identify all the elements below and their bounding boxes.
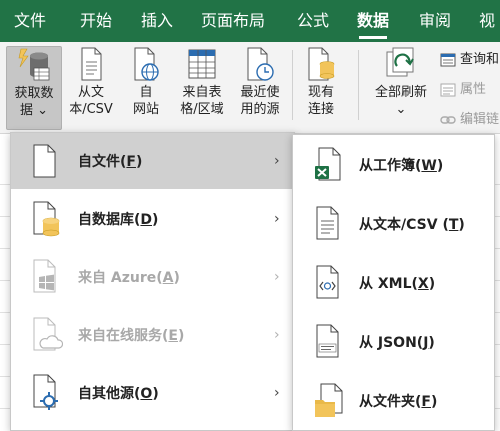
- tab-insert[interactable]: 插入: [141, 0, 173, 42]
- edit-links-label: 编辑链: [460, 112, 500, 127]
- tab-data[interactable]: 数据: [357, 0, 389, 42]
- get-data-label-2: 据 ⌄: [19, 103, 49, 118]
- folder-icon: [315, 383, 343, 417]
- tab-view[interactable]: 视: [479, 0, 495, 42]
- tab-home[interactable]: 开始: [80, 0, 112, 42]
- from-table-label-1: 来自表: [182, 85, 222, 100]
- menu-item-from-online-services[interactable]: 来自在线服务(E) ›: [11, 306, 294, 364]
- submenu-item-label: 从工作簿(W): [359, 157, 444, 174]
- get-data-dropdown-menu: 自文件(F) › 自数据库(D) › 来自 Azure(A) › 来自在线服务(…: [10, 132, 295, 431]
- chevron-down-icon: ⌄: [395, 102, 407, 117]
- file-icon: [33, 144, 56, 178]
- tab-file[interactable]: 文件: [14, 0, 46, 42]
- from-web-label-1: 自: [139, 85, 153, 100]
- chevron-down-icon: ⌄: [37, 103, 49, 118]
- refresh-icon: [386, 47, 414, 77]
- tab-formulas[interactable]: 公式: [297, 0, 329, 42]
- refresh-all-button[interactable]: 全部刷新 ⌄: [368, 46, 434, 130]
- ribbon-tab-bar: 文件 开始 插入 页面布局 公式 数据 审阅 视: [0, 0, 500, 42]
- chevron-right-icon: ›: [274, 385, 280, 401]
- menu-item-from-database[interactable]: 自数据库(D) ›: [11, 190, 294, 248]
- database-get-icon: [18, 48, 50, 81]
- properties-button[interactable]: 属性: [440, 80, 486, 100]
- table-grid-icon: [188, 49, 216, 79]
- excel-workbook-icon: [315, 147, 341, 180]
- get-data-button[interactable]: 获取数 据 ⌄: [6, 46, 62, 130]
- refresh-all-label: 全部刷新: [374, 85, 427, 100]
- recent-sources-label-2: 用的源: [240, 102, 280, 117]
- menu-item-label: 来自在线服务(E): [78, 328, 185, 344]
- json-icon: [316, 324, 339, 357]
- tab-review[interactable]: 审阅: [419, 0, 451, 42]
- menu-item-label: 自数据库(D): [78, 212, 159, 228]
- text-file-icon: [81, 47, 102, 81]
- azure-icon: [33, 259, 56, 293]
- xml-icon: [316, 265, 339, 298]
- existing-connections-button[interactable]: 现有 连接: [298, 46, 344, 130]
- from-file-submenu: 从工作簿(W) 从文本/CSV (T) 从 XML(X) 从 JSON(J) 从…: [292, 134, 495, 431]
- other-sources-icon: [33, 374, 58, 410]
- existing-connections-label-1: 现有: [307, 85, 334, 100]
- menu-item-label: 自其他源(O): [78, 386, 159, 402]
- ribbon-separator: [358, 50, 359, 120]
- menu-item-from-other-sources[interactable]: 自其他源(O) ›: [11, 364, 294, 422]
- web-page-icon: [134, 47, 159, 81]
- existing-connections-icon: [308, 47, 335, 81]
- get-data-label-1: 获取数: [14, 86, 54, 101]
- recent-clock-icon: [247, 47, 274, 81]
- submenu-item-label: 从文本/CSV (T): [359, 216, 465, 233]
- from-web-label-2: 网站: [132, 102, 159, 117]
- submenu-item-label: 从 XML(X): [359, 275, 436, 292]
- submenu-item-from-json[interactable]: 从 JSON(J): [293, 312, 494, 371]
- submenu-item-label: 从文件夹(F): [359, 393, 438, 410]
- chevron-right-icon: ›: [274, 153, 280, 169]
- submenu-item-from-workbook[interactable]: 从工作簿(W): [293, 135, 494, 194]
- chevron-right-icon: ›: [274, 327, 280, 343]
- edit-links-button[interactable]: 编辑链: [440, 110, 499, 130]
- from-text-csv-button[interactable]: 从文 本/CSV: [63, 46, 119, 130]
- ribbon-separator: [292, 50, 293, 120]
- existing-connections-label-2: 连接: [307, 102, 334, 117]
- chevron-right-icon: ›: [274, 269, 280, 285]
- database-icon: [33, 201, 60, 237]
- submenu-item-from-xml[interactable]: 从 XML(X): [293, 253, 494, 312]
- online-service-icon: [33, 317, 63, 351]
- tab-page-layout[interactable]: 页面布局: [201, 0, 265, 42]
- menu-item-from-file[interactable]: 自文件(F) ›: [11, 133, 294, 189]
- chevron-right-icon: ›: [274, 211, 280, 227]
- menu-item-label: 自文件(F): [78, 154, 143, 170]
- edit-links-icon: [440, 115, 456, 124]
- from-text-csv-label-1: 从文: [77, 85, 104, 100]
- queries-connections-button[interactable]: 查询和: [440, 50, 499, 70]
- recent-sources-label-1: 最近使: [240, 85, 280, 100]
- properties-label: 属性: [460, 82, 487, 97]
- queries-icon: [440, 53, 456, 66]
- submenu-item-from-text-csv[interactable]: 从文本/CSV (T): [293, 194, 494, 253]
- from-table-button[interactable]: 来自表 格/区域: [174, 46, 230, 130]
- from-text-csv-label-2: 本/CSV: [69, 102, 113, 117]
- recent-sources-button[interactable]: 最近使 用的源: [232, 46, 288, 130]
- ribbon-panel: 获取数 据 ⌄ 从文 本/CSV 自 网站 来自表 格/区域 最近使 用的源 现…: [0, 42, 500, 134]
- submenu-item-label: 从 JSON(J): [359, 334, 435, 351]
- properties-icon: [440, 83, 456, 96]
- menu-item-from-azure[interactable]: 来自 Azure(A) ›: [11, 248, 294, 306]
- from-web-button[interactable]: 自 网站: [124, 46, 168, 130]
- submenu-item-from-folder[interactable]: 从文件夹(F): [293, 371, 494, 430]
- text-csv-icon: [316, 206, 339, 239]
- menu-item-label: 来自 Azure(A): [78, 270, 180, 286]
- from-table-label-2: 格/区域: [180, 102, 224, 117]
- queries-label: 查询和: [460, 52, 500, 67]
